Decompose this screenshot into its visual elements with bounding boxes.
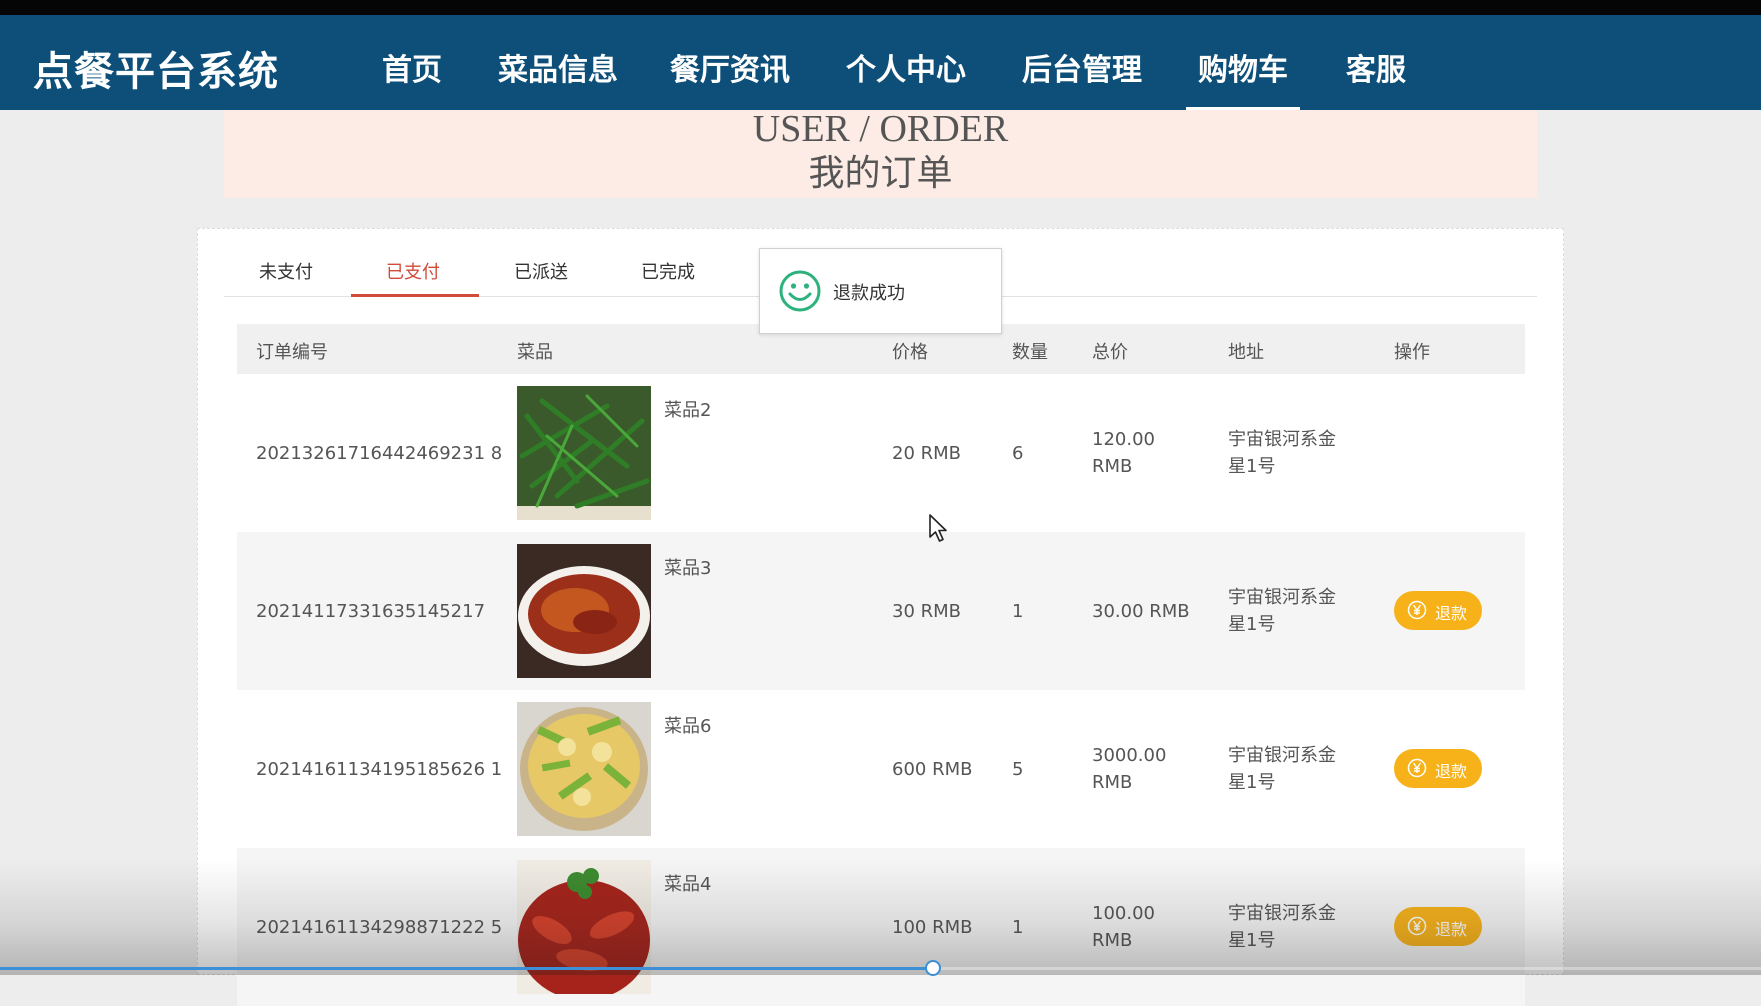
dish-thumbnail[interactable]	[517, 860, 651, 994]
tab-completed[interactable]: 已完成	[641, 258, 695, 284]
tab-unpaid[interactable]: 未支付	[259, 258, 313, 284]
tab-active-indicator	[351, 294, 479, 297]
dish-name: 菜品2	[664, 400, 712, 421]
video-progress-fill	[0, 967, 934, 970]
toast-notification: 退款成功	[759, 248, 1002, 334]
dish-thumbnail[interactable]	[517, 702, 651, 836]
total-price: 30.00 RMB	[1092, 601, 1190, 622]
yen-coin-icon	[1407, 600, 1427, 620]
quantity: 1	[1012, 917, 1024, 938]
toast-message: 退款成功	[833, 283, 905, 304]
nav-item-cart[interactable]: 购物车	[1198, 45, 1288, 89]
smiley-icon	[779, 270, 821, 312]
header-order-no: 订单编号	[256, 342, 328, 363]
address: 宇宙银河系金 星1号	[1228, 745, 1336, 793]
dish-name: 菜品6	[664, 716, 712, 737]
dish-name: 菜品4	[664, 874, 712, 895]
top-navbar: 点餐平台系统 首页 菜品信息 餐厅资讯 个人中心 后台管理 购物车 客服	[0, 15, 1761, 110]
tab-paid[interactable]: 已支付	[386, 258, 440, 284]
quantity: 6	[1012, 443, 1024, 464]
app-title: 点餐平台系统	[33, 49, 279, 95]
nav-item-profile[interactable]: 个人中心	[846, 45, 966, 89]
nav-item-home[interactable]: 首页	[382, 45, 442, 89]
window-top-strip	[0, 0, 1761, 15]
price: 100 RMB	[892, 917, 973, 938]
refund-button[interactable]: 退款	[1394, 907, 1482, 946]
page-title: 我的订单	[808, 153, 953, 194]
header-price: 价格	[892, 342, 928, 363]
table-row: 20214161134298871222 5 菜品4 100 RMB 1 100…	[237, 848, 1525, 1006]
price: 20 RMB	[892, 443, 962, 464]
address: 宇宙银河系金 星1号	[1228, 587, 1336, 635]
order-number: 20214161134195185626 1	[256, 759, 503, 780]
refund-button[interactable]: 退款	[1394, 591, 1482, 630]
refund-button-label: 退款	[1435, 604, 1468, 623]
refund-button-label: 退款	[1435, 920, 1468, 939]
nav-item-news[interactable]: 餐厅资讯	[670, 45, 790, 89]
header-total: 总价	[1092, 342, 1128, 363]
quantity: 5	[1012, 759, 1024, 780]
header-action: 操作	[1394, 342, 1430, 363]
video-progress-bar[interactable]	[0, 960, 1761, 976]
order-number: 20214117331635145217	[256, 601, 486, 622]
dish-name: 菜品3	[664, 558, 712, 579]
table-row: 20214161134195185626 1 菜品6 600 RMB 5 300…	[237, 690, 1525, 848]
total-price: 100.00 RMB	[1092, 903, 1155, 951]
refund-button[interactable]: 退款	[1394, 749, 1482, 788]
header-qty: 数量	[1012, 342, 1048, 363]
nav-item-service[interactable]: 客服	[1346, 45, 1406, 89]
nav-item-admin[interactable]: 后台管理	[1022, 45, 1142, 89]
order-number: 20214161134298871222 5	[256, 917, 503, 938]
header-address: 地址	[1228, 342, 1264, 363]
address: 宇宙银河系金 星1号	[1228, 903, 1336, 951]
total-price: 3000.00 RMB	[1092, 745, 1167, 793]
dish-thumbnail[interactable]	[517, 544, 651, 678]
tab-shipped[interactable]: 已派送	[514, 258, 568, 284]
table-row: 20213261716442469231 8 菜品2 20 RMB 6 120.…	[237, 374, 1525, 532]
yen-coin-icon	[1407, 916, 1427, 936]
quantity: 1	[1012, 601, 1024, 622]
yen-coin-icon	[1407, 758, 1427, 778]
page-banner: USER / ORDER 我的订单	[224, 108, 1537, 198]
price: 600 RMB	[892, 759, 973, 780]
header-dish: 菜品	[517, 342, 553, 363]
mouse-cursor-icon	[929, 514, 947, 542]
dish-thumbnail[interactable]	[517, 386, 651, 520]
refund-button-label: 退款	[1435, 762, 1468, 781]
price: 30 RMB	[892, 601, 962, 622]
table-row: 20214117331635145217 菜品3 30 RMB 1 30.00 …	[237, 532, 1525, 690]
address: 宇宙银河系金 星1号	[1228, 429, 1336, 477]
order-number: 20213261716442469231 8	[256, 443, 503, 464]
nav-item-dishes[interactable]: 菜品信息	[498, 45, 618, 89]
total-price: 120.00 RMB	[1092, 429, 1155, 477]
